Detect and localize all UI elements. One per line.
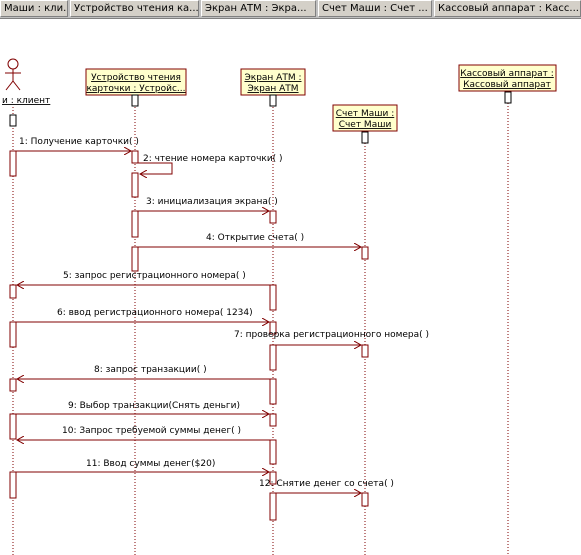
lifeline-head-card-reader <box>131 94 139 107</box>
message-2-arrow <box>138 162 173 174</box>
activation-account-1 <box>361 246 369 260</box>
message-3-label: 3: инициализация экрана( ) <box>146 197 278 207</box>
activation-atm-6 <box>269 413 277 427</box>
lifeline-head-account <box>361 131 369 144</box>
message-12-label: 12: Снятие денег со счета( ) <box>259 479 394 489</box>
object-account-line2: Счет Маши <box>339 120 392 130</box>
activation-client-5 <box>9 413 17 440</box>
activation-atm-7 <box>269 439 277 465</box>
object-account-line1: Счет Маши : <box>336 109 395 119</box>
message-11-label: 11: Ввод суммы денег($20) <box>86 459 215 469</box>
tab-bar: Маши : кли... Устройство чтения ка... Эк… <box>0 0 581 19</box>
message-6-label: 6: ввод регистрационного номера( 1234) <box>57 308 253 318</box>
activation-client-2 <box>9 284 17 299</box>
activation-client-6 <box>9 471 17 499</box>
actor-label: и : клиент <box>2 96 50 106</box>
tab-card-reader[interactable]: Устройство чтения ка... <box>70 0 199 17</box>
lifeline-head-atm-screen <box>269 94 277 107</box>
object-atm-screen-line1: Экран АТМ : <box>244 73 301 83</box>
message-2-label: 2: чтение номера карточки( ) <box>143 154 283 164</box>
object-card-reader[interactable]: Устройство чтения карточки : Устройс... <box>85 68 187 96</box>
activation-atm-1 <box>269 210 277 224</box>
activation-atm-9 <box>269 492 277 521</box>
activation-client-3 <box>9 321 17 348</box>
message-5-label: 5: запрос регистрационного номера( ) <box>63 271 246 281</box>
lifeline-head-cash-register <box>504 91 512 104</box>
message-8-label: 8: запрос транзакции( ) <box>94 365 207 375</box>
message-4-label: 4: Открытие счета( ) <box>206 233 304 243</box>
activation-account-2 <box>361 344 369 358</box>
object-cash-register-line2: Кассовый аппарат <box>463 80 551 90</box>
object-cash-register[interactable]: Кассовый аппарат : Кассовый аппарат <box>458 64 557 92</box>
lifeline-head-client <box>9 114 17 127</box>
activation-client-1 <box>9 150 17 177</box>
object-cash-register-line1: Кассовый аппарат : <box>460 69 554 79</box>
activation-card-reader-3 <box>131 210 139 238</box>
activation-atm-5 <box>269 378 277 405</box>
sequence-diagram: и : клиент Устройство чтения карточки : … <box>2 58 557 555</box>
object-card-reader-line1: Устройство чтения <box>91 73 181 83</box>
activation-atm-2 <box>269 284 277 311</box>
object-account[interactable]: Счет Маши : Счет Маши <box>332 104 398 132</box>
message-1-label: 1: Получение карточки( ) <box>19 137 139 147</box>
activation-account-3 <box>361 492 369 507</box>
message-10-label: 10: Запрос требуемой суммы денег( ) <box>62 426 241 436</box>
message-7-label: 7: проверка регистрационного номера( ) <box>234 330 429 340</box>
tab-client[interactable]: Маши : кли... <box>0 0 68 17</box>
object-card-reader-line2: карточки : Устройс... <box>86 84 185 94</box>
actor-client[interactable] <box>5 58 21 91</box>
activation-atm-4 <box>269 344 277 371</box>
object-atm-screen-line2: Экран АТМ <box>247 84 298 94</box>
activation-card-reader-4 <box>131 246 139 272</box>
object-atm-screen[interactable]: Экран АТМ : Экран АТМ <box>240 68 306 96</box>
activation-card-reader-1 <box>131 150 139 164</box>
activation-card-reader-2 <box>131 172 139 198</box>
tab-cash-register[interactable]: Кассовый аппарат : Касс... <box>434 0 581 17</box>
message-9-label: 9: Выбор транзакции(Снять деньги) <box>68 401 240 411</box>
activation-client-4 <box>9 378 17 392</box>
tab-account[interactable]: Счет Маши : Счет ... <box>318 0 432 17</box>
tab-atm-screen[interactable]: Экран АТМ : Экра... <box>201 0 316 17</box>
